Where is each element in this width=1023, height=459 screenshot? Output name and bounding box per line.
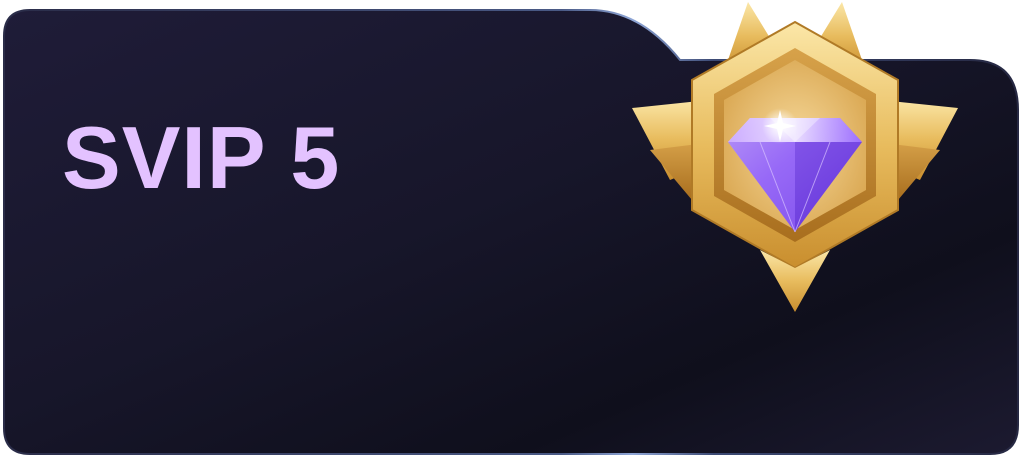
- svip-level-card: SVIP 5: [0, 0, 1023, 459]
- diamond-badge-icon: [632, 2, 958, 312]
- tier-title: SVIP 5: [62, 108, 341, 207]
